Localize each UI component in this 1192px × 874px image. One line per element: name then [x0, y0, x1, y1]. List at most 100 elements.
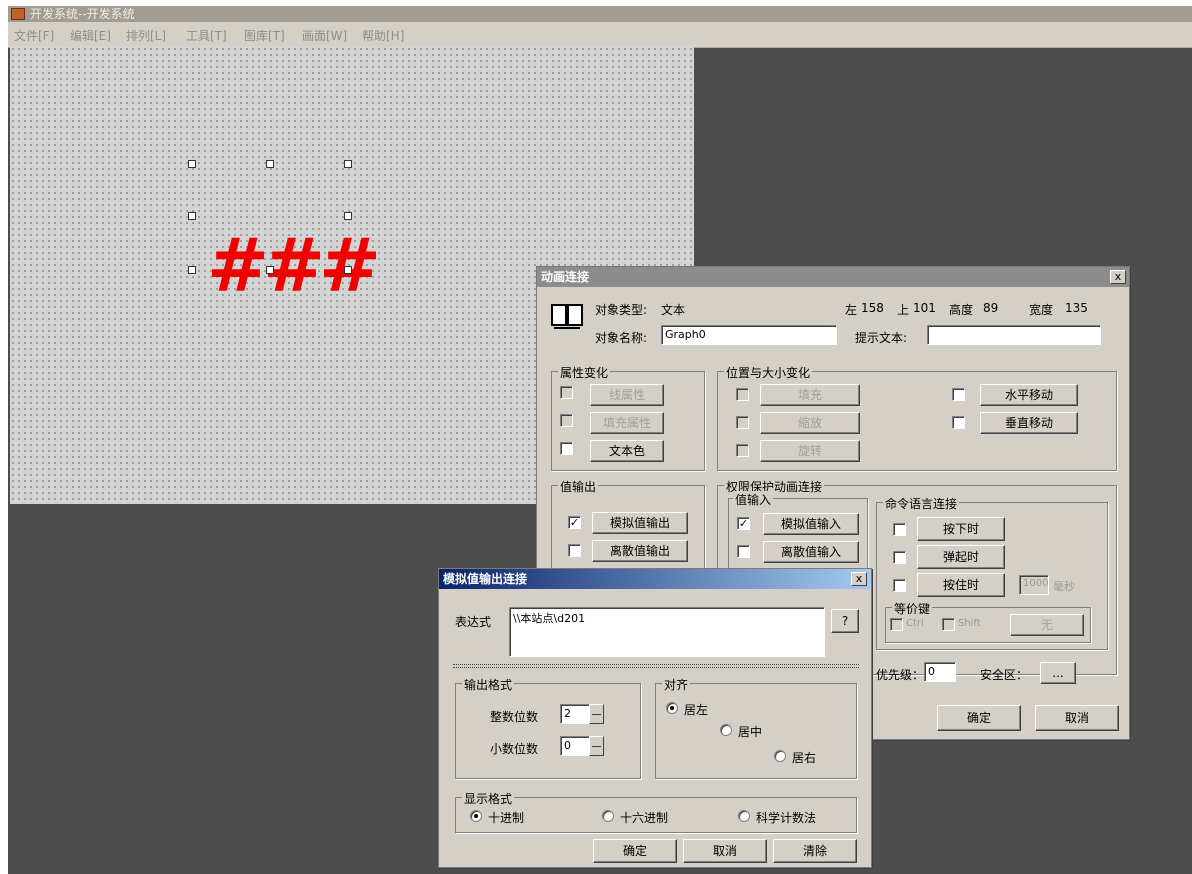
hex-radio[interactable]	[602, 810, 614, 822]
hex-label: 十六进制	[620, 811, 669, 825]
ctrl-checkbox[interactable]	[890, 618, 903, 631]
while-held-button[interactable]: 按住时	[917, 573, 1005, 597]
fill-checkbox[interactable]	[736, 388, 749, 401]
analog-output-button[interactable]: 模拟值输出	[592, 512, 688, 534]
animation-ok-button[interactable]: 确定	[937, 705, 1021, 731]
press-checkbox[interactable]	[893, 523, 906, 536]
resize-handle-w[interactable]	[188, 212, 196, 220]
hotkey-button[interactable]: 无	[1010, 614, 1084, 636]
decimal-radio[interactable]	[470, 810, 482, 822]
position-size-group: 位置与大小变化 填充 缩放 旋转 水平移动 垂直移动	[717, 364, 1117, 471]
output-format-group: 输出格式 整数位数 2 小数位数 0	[455, 676, 641, 779]
resize-handle-nw[interactable]	[188, 160, 196, 168]
text-color-checkbox[interactable]	[560, 442, 573, 455]
priority-label: 优先级：	[876, 668, 925, 682]
hold-interval-input[interactable]: 1000	[1019, 575, 1049, 595]
analog-output-checkbox[interactable]: ✓	[568, 516, 581, 529]
scale-button[interactable]: 缩放	[760, 412, 860, 434]
property-change-group: 属性变化 线属性 填充属性 文本色	[551, 364, 705, 471]
line-attr-checkbox[interactable]	[560, 386, 573, 399]
value-output-title: 值输出	[558, 478, 599, 495]
hold-checkbox[interactable]	[893, 579, 906, 592]
decimal-label: 十进制	[488, 811, 525, 825]
dec-digits-spin-buttons[interactable]	[589, 736, 604, 756]
separator	[453, 664, 859, 668]
menu-tools[interactable]: 工具[T]	[186, 27, 227, 44]
resize-handle-s[interactable]	[266, 266, 274, 274]
height-label: 高度	[949, 303, 974, 317]
align-center-label: 居中	[738, 725, 763, 739]
discrete-output-button[interactable]: 离散值输出	[592, 540, 688, 562]
width-value: 135	[1065, 301, 1088, 315]
command-link-title: 命令语言连接	[883, 495, 960, 512]
expression-label: 表达式	[455, 615, 492, 629]
align-right-label: 居右	[792, 751, 817, 765]
hint-text-input[interactable]	[927, 325, 1101, 345]
on-press-button[interactable]: 按下时	[917, 517, 1005, 541]
priority-input[interactable]: 0	[924, 662, 956, 682]
resize-handle-ne[interactable]	[344, 160, 352, 168]
discrete-input-checkbox[interactable]	[737, 545, 750, 558]
analog-output-dialog: 模拟值输出连接 x 表达式 \\本站点\d201 ? 输出格式 整数位数 2 小…	[438, 568, 872, 868]
output-ok-button[interactable]: 确定	[593, 839, 677, 863]
release-checkbox[interactable]	[893, 551, 906, 564]
analog-input-button[interactable]: 模拟值输入	[763, 513, 859, 535]
dec-digits-input[interactable]: 0	[560, 736, 590, 756]
app-title: 开发系统--开发系统	[30, 7, 135, 21]
value-input-group: 值输入 ✓ 模拟值输入 离散值输入	[728, 491, 868, 578]
fill-attr-button[interactable]: 填充属性	[590, 412, 664, 434]
horizontal-move-button[interactable]: 水平移动	[980, 384, 1078, 406]
book-icon	[551, 304, 583, 329]
output-cancel-button[interactable]: 取消	[683, 839, 767, 863]
close-icon[interactable]: x	[1110, 270, 1126, 284]
expression-input[interactable]: \\本站点\d201	[509, 607, 825, 657]
object-type-label: 对象类型:	[595, 303, 648, 317]
int-digits-spin-buttons[interactable]	[589, 704, 604, 724]
scale-checkbox[interactable]	[736, 416, 749, 429]
value-output-group: 值输出 ✓ 模拟值输出 离散值输出	[551, 478, 705, 577]
shift-checkbox[interactable]	[942, 618, 955, 631]
menu-arrange[interactable]: 排列[L]	[126, 27, 166, 44]
resize-handle-e[interactable]	[344, 212, 352, 220]
menu-gallery[interactable]: 图库[T]	[244, 27, 285, 44]
fill-attr-checkbox[interactable]	[560, 414, 573, 427]
menu-screen[interactable]: 画面[W]	[302, 27, 347, 44]
resize-handle-n[interactable]	[266, 160, 274, 168]
expression-help-button[interactable]: ?	[831, 609, 859, 633]
on-release-button[interactable]: 弹起时	[917, 545, 1005, 569]
rotate-button[interactable]: 旋转	[760, 440, 860, 462]
menu-edit[interactable]: 编辑[E]	[70, 27, 111, 44]
discrete-output-checkbox[interactable]	[568, 544, 581, 557]
dec-digits-spinner[interactable]: 0	[560, 736, 604, 756]
output-clear-button[interactable]: 清除	[773, 839, 857, 863]
vertical-move-checkbox[interactable]	[952, 416, 965, 429]
fill-button[interactable]: 填充	[760, 384, 860, 406]
hotkey-group: 等价键 Ctrl Shift 无	[885, 600, 1091, 643]
alignment-title: 对齐	[662, 676, 691, 693]
text-color-button[interactable]: 文本色	[590, 440, 664, 462]
resize-handle-se[interactable]	[344, 266, 352, 274]
security-button[interactable]: ...	[1040, 662, 1076, 684]
menu-help[interactable]: 帮助[H]	[362, 27, 404, 44]
align-right-radio[interactable]	[774, 750, 786, 762]
vertical-move-button[interactable]: 垂直移动	[980, 412, 1078, 434]
close-icon[interactable]: x	[851, 572, 867, 586]
analog-input-checkbox[interactable]: ✓	[737, 517, 750, 530]
animation-dialog-titlebar: 动画连接	[537, 267, 1129, 287]
object-name-input[interactable]: Graph0	[661, 325, 837, 345]
int-digits-spinner[interactable]: 2	[560, 704, 604, 724]
align-center-radio[interactable]	[720, 724, 732, 736]
int-digits-input[interactable]: 2	[560, 704, 590, 724]
display-format-group: 显示格式 十进制 十六进制 科学计数法	[455, 790, 857, 833]
resize-handle-sw[interactable]	[188, 266, 196, 274]
menu-file[interactable]: 文件[F]	[14, 27, 54, 44]
line-attr-button[interactable]: 线属性	[590, 384, 664, 406]
hotkey-title: 等价键	[892, 600, 933, 617]
scientific-radio[interactable]	[738, 810, 750, 822]
horizontal-move-checkbox[interactable]	[952, 388, 965, 401]
int-digits-label: 整数位数	[490, 710, 539, 724]
align-left-radio[interactable]	[666, 702, 678, 714]
animation-cancel-button[interactable]: 取消	[1035, 705, 1119, 731]
rotate-checkbox[interactable]	[736, 444, 749, 457]
discrete-input-button[interactable]: 离散值输入	[763, 541, 859, 563]
